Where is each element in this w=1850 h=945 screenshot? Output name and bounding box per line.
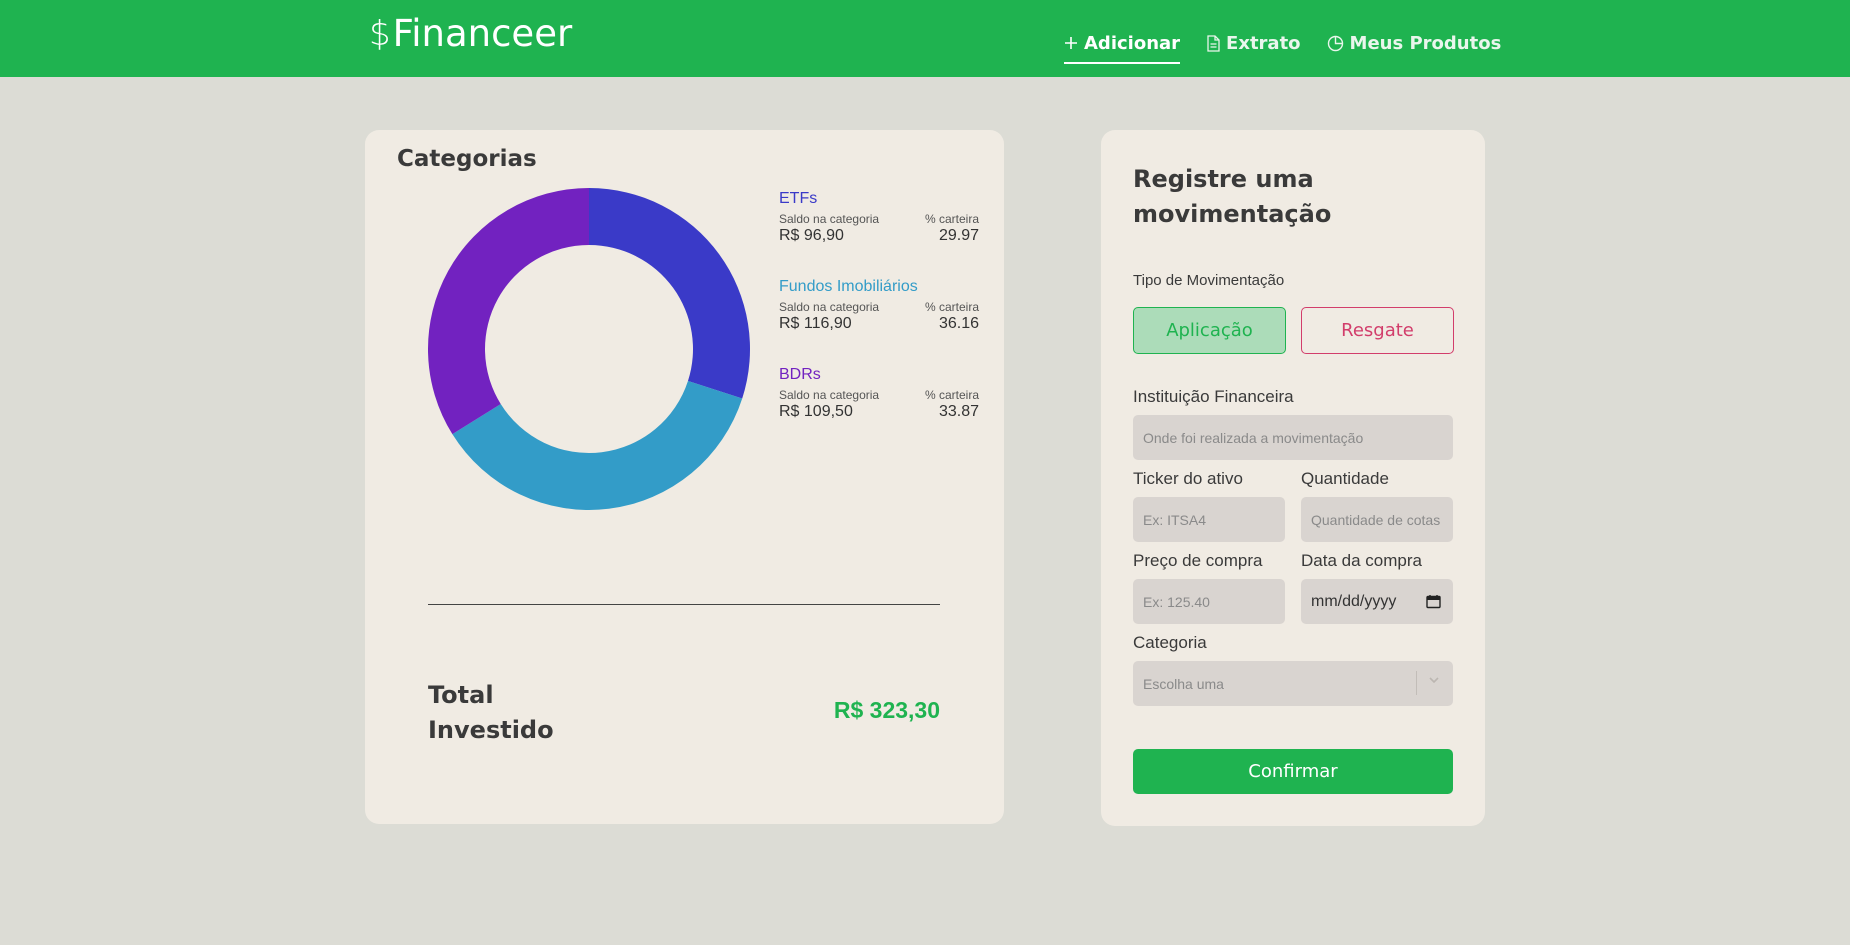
main-nav: Adicionar Extrato Meus Produtos xyxy=(1064,24,1527,64)
nav-adicionar[interactable]: Adicionar xyxy=(1064,24,1181,64)
pct-label: % carteira xyxy=(924,388,979,402)
category-donut-chart xyxy=(428,188,750,510)
total-investido-label: Total Investido xyxy=(428,681,554,744)
legend-item-bdrs: BDRs Saldo na categoria % carteira R$ 109… xyxy=(779,366,979,421)
chevron-down-icon xyxy=(1429,677,1439,684)
data-compra-label: Data da compra xyxy=(1301,551,1422,570)
saldo-value: R$ 109,50 xyxy=(779,403,853,420)
confirm-button[interactable]: Confirmar xyxy=(1133,749,1453,794)
instituicao-input[interactable]: Onde foi realizada a movimentação xyxy=(1133,415,1453,460)
donut-slice-etfs[interactable] xyxy=(589,188,750,399)
saldo-value: R$ 116,90 xyxy=(779,315,852,332)
pct-value: 36.16 xyxy=(938,315,979,332)
quantidade-label: Quantidade xyxy=(1301,469,1389,488)
resgate-button[interactable]: Resgate xyxy=(1301,307,1454,354)
legend-item-etfs: ETFs Saldo na categoria % carteira R$ 96,… xyxy=(779,190,979,245)
pct-value: 29.97 xyxy=(938,227,979,244)
pct-label: % carteira xyxy=(924,212,979,226)
movement-form-card: Registre uma movimentação Tipo de Movime… xyxy=(1101,130,1485,826)
legend-name: BDRs xyxy=(779,366,821,383)
app-logo[interactable]: $ Financeer xyxy=(369,12,572,55)
categories-card: Categorias ETFs Saldo na categoria % cart… xyxy=(365,130,1004,824)
nav-meus-produtos-label: Meus Produtos xyxy=(1349,32,1502,54)
categories-title: Categorias xyxy=(397,146,537,172)
nav-meus-produtos[interactable]: Meus Produtos xyxy=(1327,24,1502,62)
form-title: Registre uma movimentação xyxy=(1133,165,1332,228)
legend-item-fundos-imobiliarios: Fundos Imobiliários Saldo na categoria % … xyxy=(779,278,979,333)
tipo-movimentacao-label: Tipo de Movimentação xyxy=(1133,272,1285,289)
saldo-value: R$ 96,90 xyxy=(779,227,844,244)
divider xyxy=(428,604,940,605)
date-value: mm/dd/yyyy xyxy=(1311,592,1397,610)
nav-extrato[interactable]: Extrato xyxy=(1206,24,1301,62)
preco-label: Preço de compra xyxy=(1133,551,1263,570)
saldo-label: Saldo na categoria xyxy=(779,388,880,402)
total-investido-value: R$ 323,30 xyxy=(833,697,940,723)
nav-extrato-label: Extrato xyxy=(1226,32,1301,54)
logo-dollar-symbol: $ xyxy=(369,13,391,54)
pct-label: % carteira xyxy=(924,300,979,314)
pie-chart-icon xyxy=(1327,35,1343,51)
categoria-placeholder: Escolha uma xyxy=(1143,675,1224,692)
document-icon xyxy=(1207,34,1220,52)
data-compra-input[interactable]: mm/dd/yyyy xyxy=(1301,579,1453,624)
categoria-select[interactable]: Escolha uma xyxy=(1133,661,1453,706)
pct-value: 33.87 xyxy=(938,403,979,420)
legend-name: Fundos Imobiliários xyxy=(779,278,918,295)
ticker-label: Ticker do ativo xyxy=(1133,469,1243,488)
select-separator xyxy=(1416,671,1417,695)
saldo-label: Saldo na categoria xyxy=(779,300,880,314)
preco-input[interactable]: Ex: 125.40 xyxy=(1133,579,1285,624)
logo-text: Financeer xyxy=(392,12,573,55)
plus-icon xyxy=(1065,37,1077,49)
legend-name: ETFs xyxy=(779,190,818,207)
top-navbar: $ Financeer Adicionar Extrato Meus Produ… xyxy=(0,0,1850,77)
instituicao-label: Instituição Financeira xyxy=(1133,387,1294,406)
nav-adicionar-label: Adicionar xyxy=(1084,32,1181,54)
saldo-label: Saldo na categoria xyxy=(779,212,880,226)
quantidade-input[interactable]: Quantidade de cotas xyxy=(1301,497,1453,542)
categoria-label: Categoria xyxy=(1133,633,1207,652)
donut-slice-bdrs[interactable] xyxy=(428,188,589,435)
calendar-icon[interactable] xyxy=(1426,594,1441,609)
ticker-input[interactable]: Ex: ITSA4 xyxy=(1133,497,1285,542)
aplicacao-button[interactable]: Aplicação xyxy=(1133,307,1286,354)
